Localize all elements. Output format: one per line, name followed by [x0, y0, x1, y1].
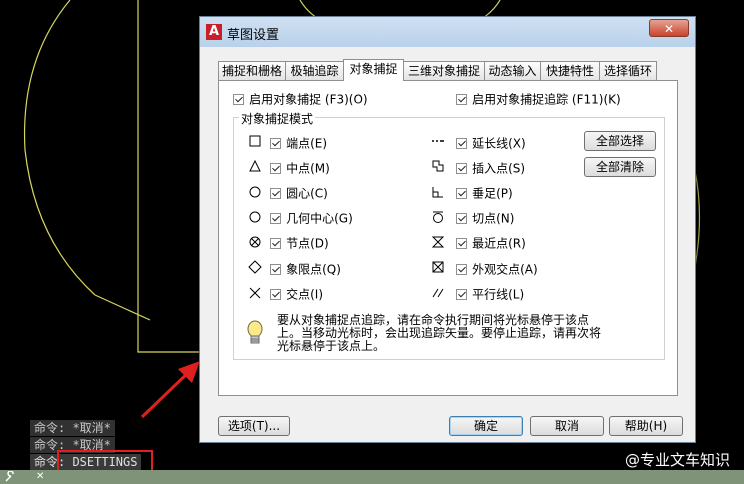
- x-intersection-icon: [249, 287, 261, 299]
- mode-label: 圆心(C): [286, 186, 328, 201]
- cad-arc-left-lower: [94, 294, 151, 321]
- mode-parallel[interactable]: 平行线(L): [456, 286, 524, 302]
- help-button[interactable]: 帮助(H): [609, 416, 683, 436]
- tracking-info-text: 要从对象捕捉点追踪，请在命令执行期间将光标悬停于该点上。当移动光标时，会出现追踪…: [277, 313, 602, 353]
- mode-label: 节点(D): [286, 236, 329, 251]
- cancel-button[interactable]: 取消: [530, 416, 604, 436]
- checkbox-checked[interactable]: [270, 289, 281, 300]
- mode-label: 平行线(L): [472, 287, 525, 302]
- red-arrow-annotation: [140, 361, 200, 419]
- select-all-button[interactable]: 全部选择: [584, 131, 656, 151]
- mode-label: 垂足(P): [472, 186, 513, 201]
- tab-polar-tracking[interactable]: 极轴追踪: [285, 61, 344, 80]
- mode-tangent[interactable]: 切点(N): [456, 210, 514, 226]
- tab-snap-and-grid[interactable]: 捕捉和栅格: [218, 61, 286, 80]
- checkbox-checked[interactable]: [456, 238, 467, 249]
- options-button[interactable]: 选项(T)...: [218, 416, 290, 436]
- checkbox-checked[interactable]: [270, 264, 281, 275]
- ok-button[interactable]: 确定: [449, 416, 523, 436]
- mode-label: 插入点(S): [472, 161, 526, 176]
- mode-label: 延长线(X): [472, 136, 526, 151]
- mode-label: 几何中心(G): [286, 211, 353, 226]
- triangle-midpoint-icon: [249, 159, 261, 172]
- mode-endpoint[interactable]: 端点(E): [270, 135, 327, 151]
- cad-rect-edge: [137, 0, 200, 353]
- command-input-bar[interactable]: [0, 470, 744, 484]
- diamond-quadrant-icon: [248, 260, 262, 274]
- checkbox-checked[interactable]: [270, 188, 281, 199]
- hourglass-nearest-icon: [431, 236, 445, 248]
- autocad-logo-icon: A: [206, 24, 222, 40]
- mode-label: 中点(M): [286, 161, 330, 176]
- mode-label: 外观交点(A): [472, 262, 538, 277]
- checkbox-checked[interactable]: [456, 289, 467, 300]
- checkbox-checked[interactable]: [270, 138, 281, 149]
- parallel-lines-icon: [432, 288, 444, 298]
- circle-x-node-icon: [249, 236, 261, 248]
- mode-geometric-center[interactable]: 几何中心(G): [270, 210, 353, 226]
- mode-quadrant[interactable]: 象限点(Q): [270, 261, 341, 277]
- enable-osnap-checkbox[interactable]: 启用对象捕捉 (F3)(O): [233, 91, 368, 107]
- tab-dynamic-input[interactable]: 动态输入: [484, 61, 541, 80]
- tab-object-snap[interactable]: 对象捕捉: [343, 59, 404, 81]
- square-endpoint-icon: [249, 135, 261, 147]
- dashed-extension-icon: [432, 140, 444, 142]
- mode-apparent-intersection[interactable]: 外观交点(A): [456, 261, 538, 277]
- cad-arc-left: [23, 0, 96, 296]
- tab-3d-object-snap[interactable]: 三维对象捕捉: [403, 61, 485, 80]
- wrench-icon[interactable]: [4, 471, 16, 483]
- mode-label: 端点(E): [286, 136, 328, 151]
- enable-tracking-checkbox[interactable]: 启用对象捕捉追踪 (F11)(K): [456, 91, 621, 107]
- tab-quick-properties[interactable]: 快捷特性: [540, 61, 600, 80]
- checkbox-checked[interactable]: [270, 238, 281, 249]
- checkbox-label: 启用对象捕捉 (F3)(O): [249, 92, 368, 107]
- mode-nearest[interactable]: 最近点(R): [456, 235, 526, 251]
- close-button[interactable]: ✕: [649, 19, 689, 37]
- checkbox-checked[interactable]: [456, 163, 467, 174]
- mode-label: 最近点(R): [472, 236, 526, 251]
- tab-selection-cycling[interactable]: 选择循环: [599, 61, 657, 80]
- checkbox-checked[interactable]: [456, 213, 467, 224]
- group-title: 对象捕捉模式: [239, 110, 316, 127]
- drafting-settings-dialog: A 草图设置 ✕ 捕捉和栅格 极轴追踪 对象捕捉 三维对象捕捉 动态输入 快捷特…: [199, 16, 696, 443]
- object-snap-panel: 启用对象捕捉 (F3)(O) 启用对象捕捉追踪 (F11)(K) 对象捕捉模式 …: [218, 80, 678, 396]
- mode-label: 切点(N): [472, 211, 515, 226]
- dialog-title: 草图设置: [227, 28, 280, 43]
- checkbox-checked[interactable]: [233, 94, 244, 105]
- checkbox-label: 启用对象捕捉追踪 (F11)(K): [472, 92, 621, 107]
- command-history-line: 命令: *取消*: [30, 420, 115, 436]
- checkbox-checked[interactable]: [456, 138, 467, 149]
- mode-insertion[interactable]: 插入点(S): [456, 160, 525, 176]
- mode-label: 象限点(Q): [286, 262, 341, 277]
- clear-all-button[interactable]: 全部清除: [584, 157, 656, 177]
- mode-center[interactable]: 圆心(C): [270, 185, 328, 201]
- mode-perpendicular[interactable]: 垂足(P): [456, 185, 513, 201]
- box-x-apparent-icon: [432, 261, 444, 273]
- circle-center-icon: [249, 186, 261, 198]
- circle-geometric-center-icon: [249, 211, 261, 223]
- insert-squares-icon: [432, 160, 444, 172]
- close-command-icon[interactable]: ✕: [36, 472, 46, 482]
- dialog-titlebar[interactable]: A 草图设置 ✕: [200, 17, 695, 47]
- mode-label: 交点(I): [286, 287, 323, 302]
- mode-extension[interactable]: 延长线(X): [456, 135, 526, 151]
- mode-intersection[interactable]: 交点(I): [270, 286, 323, 302]
- checkbox-checked[interactable]: [456, 94, 467, 105]
- checkbox-checked[interactable]: [270, 163, 281, 174]
- lightbulb-icon: [247, 320, 263, 344]
- perpendicular-icon: [432, 187, 443, 198]
- watermark-text: @专业文车知识: [624, 451, 730, 469]
- tangent-circle-icon: [433, 211, 443, 223]
- checkbox-checked[interactable]: [456, 188, 467, 199]
- mode-midpoint[interactable]: 中点(M): [270, 160, 330, 176]
- mode-node[interactable]: 节点(D): [270, 235, 329, 251]
- checkbox-checked[interactable]: [456, 264, 467, 275]
- checkbox-checked[interactable]: [270, 213, 281, 224]
